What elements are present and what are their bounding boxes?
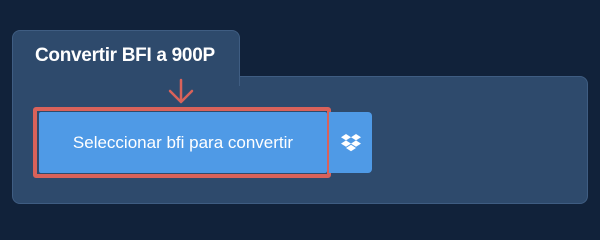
select-file-button[interactable]: Seleccionar bfi para convertir: [39, 112, 327, 173]
dropbox-icon: [340, 133, 361, 151]
tab-panel-joint: [13, 74, 239, 78]
dropbox-button[interactable]: [329, 112, 372, 173]
arrow-down-icon: [168, 78, 194, 104]
converter-widget: Convertir BFI a 900P Seleccionar bfi par…: [0, 0, 600, 230]
tab-title: Convertir BFI a 900P: [35, 45, 215, 66]
